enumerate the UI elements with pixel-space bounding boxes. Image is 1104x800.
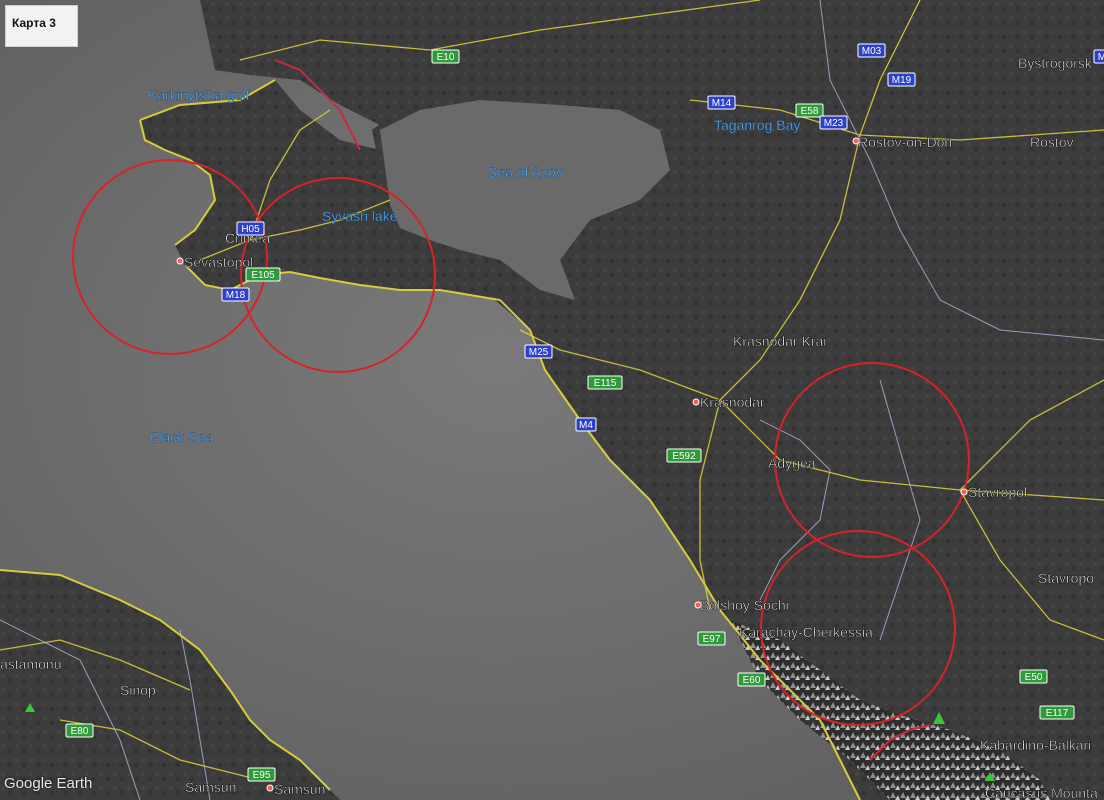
road-shield-m23: M23	[819, 115, 848, 130]
svg-text:M4: M4	[579, 420, 593, 431]
svg-text:E80: E80	[71, 726, 89, 737]
road-shield-e117: E117	[1039, 705, 1075, 720]
map-title-box: Карта 3	[5, 5, 78, 47]
svg-text:M25: M25	[529, 347, 549, 358]
place-label-adygea: Adygea	[768, 455, 816, 471]
place-label-sevastopol: Sevastopol	[184, 254, 253, 270]
place-label-samsun-1: Samsun	[185, 779, 236, 795]
place-label-krasnodar-krai: Krasnodar Krai	[733, 333, 826, 349]
road-shield-e115: E115	[587, 375, 623, 390]
road-shield-e95: E95	[247, 767, 276, 782]
svg-text:M03: M03	[862, 46, 882, 57]
road-shield-e60: E60	[737, 672, 766, 687]
svg-text:E58: E58	[801, 106, 819, 117]
svg-text:E97: E97	[703, 634, 721, 645]
krasnodar-marker	[692, 398, 700, 406]
road-shield-m14: M14	[707, 95, 736, 110]
road-shield-e50: E50	[1019, 669, 1048, 684]
place-label-kastamonu: astamonu	[0, 656, 61, 672]
svg-text:E60: E60	[743, 675, 761, 686]
place-label-bolshoy-sochi: Bolshoy Sochi	[700, 597, 789, 613]
road-shield-e10: E10	[431, 49, 460, 64]
road-shield-m4: M4	[575, 417, 597, 432]
svg-text:E117: E117	[1046, 708, 1069, 719]
svg-text:M23: M23	[824, 118, 844, 129]
road-shield-e105: E105	[245, 267, 281, 282]
svg-text:E115: E115	[594, 378, 617, 389]
svg-text:M21: M21	[1098, 52, 1104, 63]
water-label-sea-of-azov: Sea of Azov	[488, 164, 563, 180]
place-label-krasnodar: Krasnodar	[700, 394, 765, 410]
svg-text:E10: E10	[437, 52, 455, 63]
place-label-rostov: Rostov	[1030, 134, 1074, 150]
svg-text:M14: M14	[712, 98, 732, 109]
place-label-samsun-2: Samsun	[274, 781, 325, 797]
svg-text:H05: H05	[241, 224, 260, 235]
road-shield-m21: M21	[1093, 49, 1104, 64]
place-label-rostov-on-don: Rostov-on-Don	[858, 134, 952, 150]
road-shield-m25: M25	[524, 344, 553, 359]
road-shield-e58: E58	[795, 103, 824, 118]
sevastopol-marker	[176, 257, 184, 265]
place-label-bystrogorsk: Bystrogorsk	[1018, 55, 1093, 71]
water-label-syvash-lake: Syvash lake	[322, 208, 398, 224]
road-shield-m19: M19	[887, 72, 916, 87]
road-shield-m18: M18	[221, 287, 250, 302]
place-label-stavropol-2: Stavropo	[1038, 570, 1094, 586]
water-label-karkinytska: Karkinyts'ka gulf	[148, 87, 250, 103]
place-label-caucasus-mountains: Caucasus Mounta	[985, 785, 1098, 800]
water-label-black-sea: Black Sea	[150, 429, 213, 445]
place-label-karachay-cherkessia: Karachay-Cherkessia	[739, 624, 873, 640]
google-earth-attribution: Google Earth	[4, 775, 93, 792]
road-shield-e80: E80	[65, 723, 94, 738]
satellite-map[interactable]: Karkinyts'ka gulf Sea of Azov Taganrog B…	[0, 0, 1104, 800]
road-shield-m03: M03	[857, 43, 886, 58]
road-shield-h05: H05	[236, 221, 265, 236]
road-shield-e97: E97	[697, 631, 726, 646]
svg-text:E95: E95	[253, 770, 271, 781]
svg-text:E592: E592	[672, 451, 696, 462]
map-title: Карта 3	[12, 16, 56, 30]
svg-text:M19: M19	[892, 75, 912, 86]
stavropol-marker	[960, 488, 968, 496]
place-label-stavropol: Stavropol	[968, 484, 1027, 500]
place-label-kabardino-balkaria: Kabardino-Balkari	[980, 737, 1091, 753]
water-label-taganrog-bay: Taganrog Bay	[714, 117, 800, 133]
samsun-marker	[266, 784, 274, 792]
svg-text:E50: E50	[1025, 672, 1043, 683]
svg-text:M18: M18	[226, 290, 246, 301]
svg-text:E105: E105	[251, 270, 275, 281]
place-label-sinop: Sinop	[120, 682, 156, 698]
road-shield-e592: E592	[666, 448, 702, 463]
